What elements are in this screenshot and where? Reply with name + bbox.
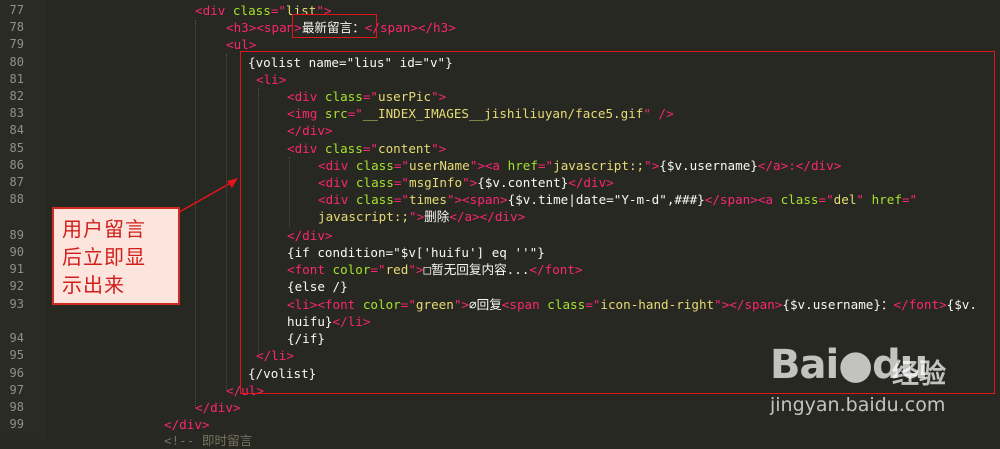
watermark-title: 经验 xyxy=(892,359,946,390)
tag-token: </div> xyxy=(164,417,210,432)
watermark: Bai●du 经验 jingyan.baidu.com xyxy=(770,324,1000,439)
watermark-url: jingyan.baidu.com xyxy=(770,394,946,416)
callout-line: 后立即显 xyxy=(62,245,146,269)
callout-line: 示出来 xyxy=(62,273,125,297)
tag-token: <div xyxy=(195,3,233,18)
code-line: </div> xyxy=(164,416,210,433)
comment-token: <!-- 即时留言 xyxy=(164,433,253,448)
attr-token: class xyxy=(232,3,271,18)
callout-line: 用户留言 xyxy=(62,217,146,241)
tag-token: =" xyxy=(270,3,287,18)
code-editor[interactable]: 77 78 79 80 81 82 83 84 85 86 87 88 89 9… xyxy=(0,0,1000,448)
tag-token: <h3><span> xyxy=(226,20,302,35)
highlight-box xyxy=(292,14,377,38)
tag-token: </div> xyxy=(195,400,241,415)
annotation-callout: 用户留言 后立即显 示出来 xyxy=(52,207,180,305)
tag-token: </span></h3> xyxy=(364,20,456,35)
tag-token: <ul> xyxy=(226,37,257,52)
code-line: <!-- 即时留言 xyxy=(164,432,252,449)
code-line: </div> xyxy=(195,399,241,416)
